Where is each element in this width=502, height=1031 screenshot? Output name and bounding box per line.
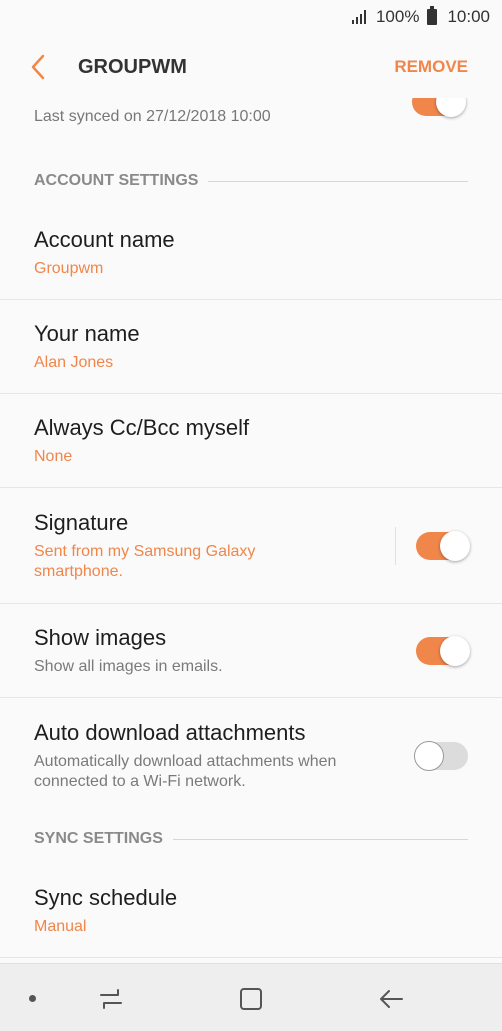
signal-icon — [351, 10, 366, 24]
navigation-bar — [0, 963, 502, 1031]
row-title: Account name — [34, 226, 175, 252]
signature-line-1: Sent from my Samsung Galaxy — [34, 542, 256, 560]
last-synced-text: Last synced on 27/12/2018 10:00 — [34, 108, 271, 125]
row-title: Show images — [34, 624, 167, 650]
section-label: ACCOUNT SETTINGS — [34, 172, 199, 189]
section-sync-settings: SYNC SETTINGS — [0, 814, 502, 864]
row-subtitle: Automatically download attachments when … — [34, 752, 416, 792]
page-title: GROUPWM — [78, 55, 187, 78]
recent-apps-icon — [100, 989, 122, 1009]
vertical-divider — [395, 526, 396, 565]
signature-toggle[interactable] — [416, 530, 470, 561]
row-value: Groupwm — [34, 259, 104, 277]
app-bar: GROUPWM REMOVE — [0, 36, 502, 98]
show-images-row[interactable]: Show images Show all images in emails. — [0, 604, 502, 698]
auto-download-line-2: connected to a Wi-Fi network. — [34, 773, 246, 790]
back-button[interactable] — [8, 36, 68, 98]
section-account-settings: ACCOUNT SETTINGS — [0, 156, 502, 206]
arrow-left-icon — [380, 990, 403, 1008]
chevron-left-icon — [31, 54, 45, 80]
battery-percentage: 100% — [375, 7, 420, 26]
row-title: Always Cc/Bcc myself — [34, 414, 250, 440]
settings-list: Last synced on 27/12/2018 10:00 ACCOUNT … — [0, 87, 502, 958]
home-icon — [240, 988, 262, 1010]
system-back-button[interactable] — [374, 982, 408, 1016]
cc-bcc-row[interactable]: Always Cc/Bcc myself None — [0, 394, 502, 488]
row-value: None — [34, 447, 73, 465]
toggle-knob — [414, 741, 444, 771]
sync-account-row[interactable]: Last synced on 27/12/2018 10:00 — [0, 87, 502, 138]
sync-schedule-row[interactable]: Sync schedule Manual — [0, 864, 502, 958]
section-divider — [172, 838, 468, 840]
your-name-row[interactable]: Your name Alan Jones — [0, 300, 502, 394]
toggle-knob — [440, 530, 470, 561]
account-name-row[interactable]: Account name Groupwm — [0, 206, 502, 300]
home-button[interactable] — [234, 982, 268, 1016]
status-time: 10:00 — [447, 7, 490, 26]
row-subtitle: Show all images in emails. — [34, 657, 223, 675]
remove-button[interactable]: REMOVE — [394, 57, 468, 77]
auto-download-row[interactable]: Auto download attachments Automatically … — [0, 698, 502, 814]
status-bar: 100% 10:00 — [0, 0, 502, 34]
section-label: SYNC SETTINGS — [34, 830, 163, 847]
auto-download-toggle[interactable] — [414, 741, 468, 771]
section-divider — [208, 180, 468, 182]
battery-icon — [427, 6, 438, 25]
nav-dot-icon[interactable] — [29, 995, 36, 1002]
row-title: Auto download attachments — [34, 720, 306, 745]
row-title: Sync schedule — [34, 884, 178, 910]
row-title: Your name — [34, 320, 140, 346]
toggle-knob — [440, 635, 470, 666]
auto-download-line-1: Automatically download attachments when — [34, 753, 337, 770]
recent-apps-button[interactable] — [94, 982, 128, 1016]
row-value: Manual — [34, 917, 87, 935]
row-title: Signature — [34, 509, 129, 535]
row-value: Alan Jones — [34, 353, 114, 371]
signature-row[interactable]: Signature Sent from my Samsung Galaxy sm… — [0, 488, 502, 604]
show-images-toggle[interactable] — [416, 635, 470, 666]
signature-line-2: smartphone. — [34, 562, 123, 580]
row-value: Sent from my Samsung Galaxy smartphone. — [34, 542, 395, 582]
